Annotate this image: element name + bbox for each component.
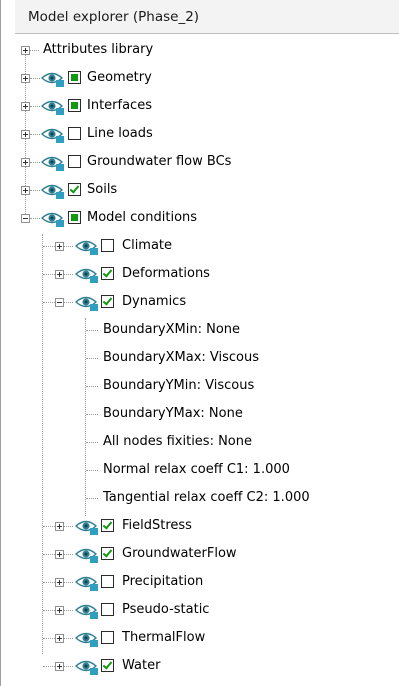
tree-item-line-loads[interactable]: Line loads <box>1 120 399 148</box>
tree-item-label: Model conditions <box>87 210 198 225</box>
tree-item-climate[interactable]: Climate <box>1 232 399 260</box>
tree-item-precipitation[interactable]: Precipitation <box>1 568 399 596</box>
tree-item-label: Water <box>122 658 161 673</box>
visibility-eye-icon[interactable] <box>75 658 99 675</box>
expand-icon[interactable] <box>21 102 30 111</box>
model-tree: Attributes library Geometry Interfaces L… <box>1 36 399 686</box>
active-checkbox[interactable] <box>101 239 114 252</box>
active-checkbox[interactable] <box>101 267 114 280</box>
tree-item-deformations[interactable]: Deformations <box>1 260 399 288</box>
expand-icon[interactable] <box>55 662 64 671</box>
visibility-eye-icon[interactable] <box>41 210 65 227</box>
visibility-eye-icon[interactable] <box>75 518 99 535</box>
visibility-eye-icon[interactable] <box>41 182 65 199</box>
property-label: Normal relax coeff C1: 1.000 <box>103 462 290 477</box>
active-checkbox[interactable] <box>68 211 81 224</box>
expand-icon[interactable] <box>21 130 30 139</box>
expand-icon[interactable] <box>21 158 30 167</box>
visibility-eye-icon[interactable] <box>75 574 99 591</box>
tree-item-label: Line loads <box>87 126 153 141</box>
expand-icon[interactable] <box>55 606 64 615</box>
panel-title-bar: Model explorer (Phase_2) <box>15 0 399 34</box>
tree-item-thermalflow[interactable]: ThermalFlow <box>1 624 399 652</box>
tree-item-label: GroundwaterFlow <box>122 546 237 561</box>
visibility-eye-icon[interactable] <box>75 546 99 563</box>
property-boundary-x-min: BoundaryXMin: None <box>1 316 399 344</box>
tree-item-dynamics[interactable]: Dynamics <box>1 288 399 316</box>
active-checkbox[interactable] <box>101 603 114 616</box>
active-checkbox[interactable] <box>101 547 114 560</box>
property-boundary-y-min: BoundaryYMin: Viscous <box>1 372 399 400</box>
panel-title: Model explorer (Phase_2) <box>28 9 200 25</box>
tree-item-label: Soils <box>87 182 118 197</box>
tree-item-label: Interfaces <box>87 98 152 113</box>
tree-item-pseudo-static[interactable]: Pseudo-static <box>1 596 399 624</box>
tree-item-label: Attributes library <box>43 42 154 57</box>
visibility-eye-icon[interactable] <box>75 266 99 283</box>
tree-item-water[interactable]: Water <box>1 652 399 680</box>
expand-icon[interactable] <box>55 634 64 643</box>
active-checkbox[interactable] <box>101 295 114 308</box>
tree-item-geometry[interactable]: Geometry <box>1 64 399 92</box>
active-checkbox[interactable] <box>68 155 81 168</box>
visibility-eye-icon[interactable] <box>75 294 99 311</box>
tree-item-label: ThermalFlow <box>122 630 206 645</box>
active-checkbox[interactable] <box>101 519 114 532</box>
visibility-eye-icon[interactable] <box>41 98 65 115</box>
expand-icon[interactable] <box>55 242 64 251</box>
tree-item-label: Deformations <box>122 266 210 281</box>
tree-item-attributes-library[interactable]: Attributes library <box>1 36 399 64</box>
property-tangential-relax-coeff: Tangential relax coeff C2: 1.000 <box>1 484 399 512</box>
tree-item-label: FieldStress <box>122 518 192 533</box>
visibility-eye-icon[interactable] <box>75 238 99 255</box>
expand-icon[interactable] <box>21 46 30 55</box>
property-label: BoundaryXMax: Viscous <box>103 350 260 365</box>
model-explorer-panel: Model explorer (Phase_2) Attributes libr… <box>0 0 399 686</box>
active-checkbox[interactable] <box>68 183 81 196</box>
tree-item-soils[interactable]: Soils <box>1 176 399 204</box>
tree-item-model-conditions[interactable]: Model conditions <box>1 204 399 232</box>
property-label: BoundaryYMin: Viscous <box>103 378 255 393</box>
active-checkbox[interactable] <box>68 71 81 84</box>
expand-icon[interactable] <box>55 522 64 531</box>
collapse-icon[interactable] <box>21 214 30 223</box>
visibility-eye-icon[interactable] <box>41 154 65 171</box>
visibility-eye-icon[interactable] <box>75 630 99 647</box>
visibility-eye-icon[interactable] <box>75 602 99 619</box>
expand-icon[interactable] <box>55 270 64 279</box>
active-checkbox[interactable] <box>101 631 114 644</box>
visibility-eye-icon[interactable] <box>41 70 65 87</box>
property-label: All nodes fixities: None <box>103 434 252 449</box>
expand-icon[interactable] <box>21 186 30 195</box>
tree-item-groundwaterflow[interactable]: GroundwaterFlow <box>1 540 399 568</box>
property-boundary-y-max: BoundaryYMax: None <box>1 400 399 428</box>
property-label: Tangential relax coeff C2: 1.000 <box>103 490 310 505</box>
tree-item-label: Precipitation <box>122 574 204 589</box>
active-checkbox[interactable] <box>101 659 114 672</box>
tree-item-groundwater-flow-bcs[interactable]: Groundwater flow BCs <box>1 148 399 176</box>
visibility-eye-icon[interactable] <box>41 126 65 143</box>
expand-icon[interactable] <box>55 550 64 559</box>
collapse-icon[interactable] <box>55 298 64 307</box>
expand-icon[interactable] <box>55 578 64 587</box>
tree-item-label: Geometry <box>87 70 152 85</box>
property-label: BoundaryYMax: None <box>103 406 243 421</box>
expand-icon[interactable] <box>21 74 30 83</box>
tree-item-label: Dynamics <box>122 294 187 309</box>
tree-item-label: Groundwater flow BCs <box>87 154 232 169</box>
property-boundary-x-max: BoundaryXMax: Viscous <box>1 344 399 372</box>
property-label: BoundaryXMin: None <box>103 322 241 337</box>
active-checkbox[interactable] <box>68 99 81 112</box>
tree-item-interfaces[interactable]: Interfaces <box>1 92 399 120</box>
active-checkbox[interactable] <box>101 575 114 588</box>
active-checkbox[interactable] <box>68 127 81 140</box>
property-normal-relax-coeff: Normal relax coeff C1: 1.000 <box>1 456 399 484</box>
tree-item-label: Climate <box>122 238 173 253</box>
tree-item-fieldstress[interactable]: FieldStress <box>1 512 399 540</box>
tree-item-label: Pseudo-static <box>122 602 210 617</box>
property-all-nodes-fixities: All nodes fixities: None <box>1 428 399 456</box>
